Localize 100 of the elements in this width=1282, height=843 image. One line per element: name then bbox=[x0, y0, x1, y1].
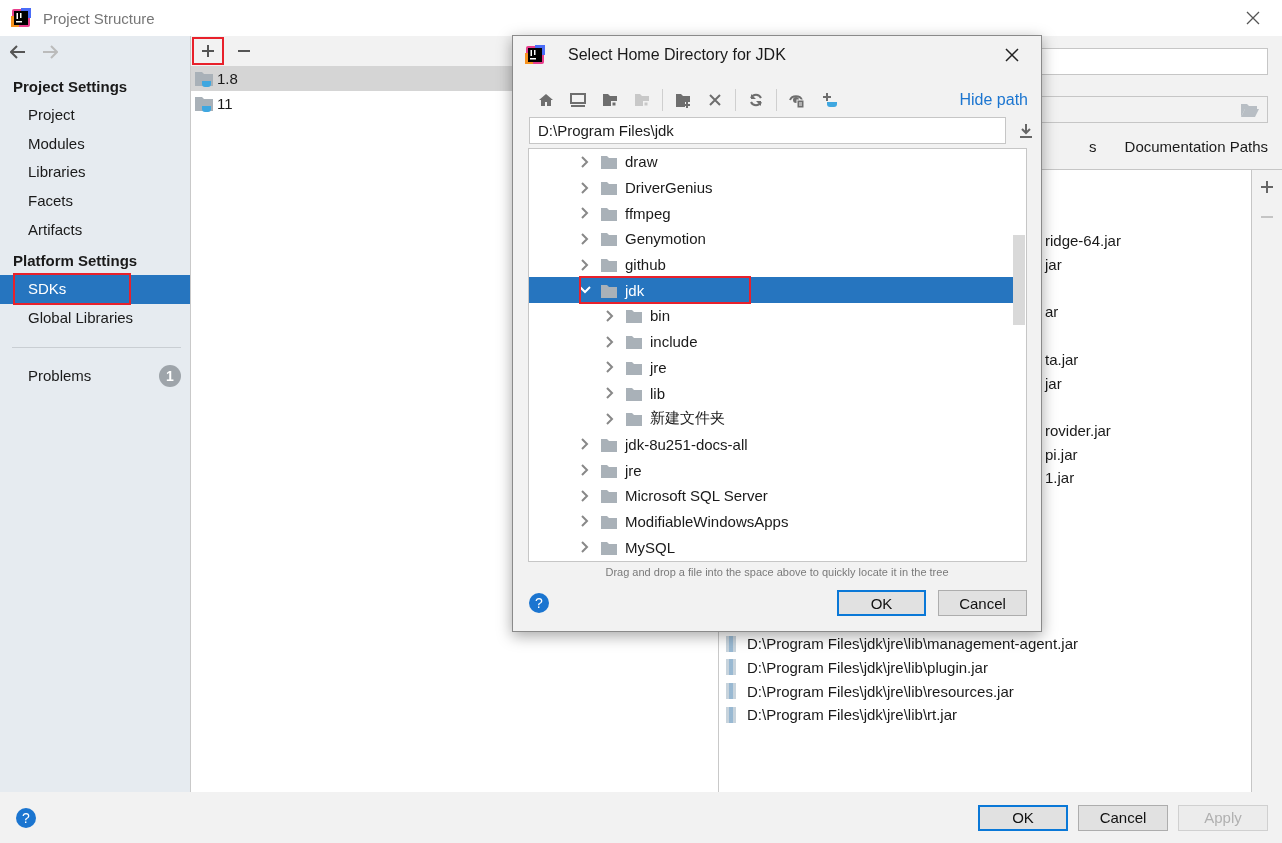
chevron-right-icon bbox=[579, 464, 591, 477]
folder-icon bbox=[601, 462, 617, 478]
tree-item[interactable]: MySQL bbox=[529, 534, 1013, 560]
list-item: rovider.jar bbox=[1045, 420, 1111, 441]
chevron-right-icon bbox=[604, 387, 616, 400]
hint-text: Drag and drop a file into the space above to quickly locate it in the tree bbox=[604, 566, 950, 578]
folder-icon bbox=[601, 488, 617, 504]
list-item[interactable]: D:\Program Files\jdk\jre\lib\rt.jar bbox=[719, 703, 1251, 727]
tree-item[interactable]: jre bbox=[529, 457, 1013, 483]
help-button[interactable]: ? bbox=[16, 807, 36, 828]
eye-icon[interactable] bbox=[789, 92, 805, 108]
list-item: jar bbox=[1045, 255, 1062, 276]
folder-icon bbox=[601, 180, 617, 196]
tree-item[interactable]: include bbox=[529, 328, 1013, 355]
sdk-folder-icon bbox=[195, 70, 213, 87]
sidebar-item[interactable]: Modules bbox=[0, 129, 190, 159]
sdk-folder-icon bbox=[195, 95, 213, 112]
folder-icon bbox=[601, 539, 617, 555]
add-button[interactable] bbox=[192, 37, 224, 65]
folder-icon bbox=[601, 205, 617, 221]
section-heading: Platform Settings bbox=[12, 251, 139, 272]
chevron-right-icon bbox=[604, 309, 616, 322]
chevron-right-icon bbox=[579, 515, 591, 528]
sidebar-item[interactable]: Libraries bbox=[0, 158, 190, 188]
jar-icon bbox=[725, 683, 737, 700]
tree-item[interactable]: lib bbox=[529, 380, 1013, 406]
sidebar-item[interactable]: Project bbox=[0, 101, 190, 130]
tree-item[interactable]: Genymotion bbox=[529, 226, 1013, 252]
dialog-title: Select Home Directory for JDK bbox=[568, 45, 786, 64]
list-item[interactable]: D:\Program Files\jdk\jre\lib\management-agent.jar bbox=[719, 631, 1251, 656]
section-heading: Project Settings bbox=[12, 77, 129, 97]
folder-icon bbox=[601, 282, 617, 298]
list-item: ta.jar bbox=[1045, 349, 1079, 370]
close-icon[interactable] bbox=[1246, 11, 1260, 25]
chevron-right-icon bbox=[604, 335, 616, 348]
tab[interactable]: Documentation Paths bbox=[1124, 137, 1268, 155]
count-badge: 1 bbox=[159, 364, 181, 387]
tree-item[interactable]: jdk bbox=[529, 277, 1013, 304]
tree-item[interactable]: bin bbox=[529, 303, 1013, 329]
new-folder-icon[interactable] bbox=[675, 92, 691, 108]
jar-icon bbox=[725, 635, 737, 652]
path-field[interactable]: D:\Program Files\jdk bbox=[529, 117, 1006, 144]
tree-item[interactable]: jdk-8u251-docs-all bbox=[529, 431, 1013, 458]
folder-icon bbox=[626, 334, 642, 350]
folder-icon bbox=[626, 359, 642, 375]
chevron-right-icon bbox=[579, 181, 591, 194]
folder-icon bbox=[626, 308, 642, 324]
tree-item[interactable]: github bbox=[529, 251, 1013, 278]
dialog-button[interactable]: OK bbox=[837, 590, 926, 616]
tree-item[interactable]: draw bbox=[529, 149, 1013, 175]
list-item: pi.jar bbox=[1045, 444, 1078, 465]
app-logo-icon bbox=[11, 8, 31, 28]
tab[interactable]: s bbox=[1089, 137, 1097, 155]
home-icon[interactable] bbox=[538, 92, 554, 108]
chevron-right-icon bbox=[604, 412, 616, 425]
sdk-item[interactable]: 11 bbox=[191, 91, 718, 116]
refresh-icon[interactable] bbox=[748, 92, 764, 108]
monitor-icon[interactable] bbox=[570, 92, 586, 108]
folder-icon bbox=[626, 385, 642, 401]
folder-icon bbox=[626, 411, 642, 427]
sidebar-item[interactable]: Artifacts bbox=[0, 215, 190, 245]
dialog-button[interactable]: Cancel bbox=[1078, 804, 1168, 831]
sidebar-item[interactable]: SDKs bbox=[0, 275, 190, 305]
folder-icon bbox=[601, 513, 617, 529]
window-title: Project Structure bbox=[43, 9, 155, 27]
folder-icon bbox=[601, 436, 617, 452]
chevron-right-icon bbox=[579, 155, 591, 168]
list-item: 1.jar bbox=[1045, 468, 1075, 489]
folder-icon bbox=[1241, 102, 1259, 117]
tree-item[interactable]: ModifiableWindowsApps bbox=[529, 508, 1013, 535]
folder-icon bbox=[601, 154, 617, 170]
sidebar-item[interactable]: Problems bbox=[28, 367, 159, 385]
tree-item[interactable]: ffmpeg bbox=[529, 200, 1013, 227]
help-button[interactable]: ? bbox=[529, 593, 549, 613]
tree-item[interactable]: Microsoft SQL Server bbox=[529, 482, 1013, 509]
tree-item[interactable]: 新建文件夹 bbox=[529, 405, 1013, 432]
list-item: ar bbox=[1045, 302, 1059, 323]
sidebar-item[interactable]: Global Libraries bbox=[0, 304, 190, 333]
list-item: ridge-64.jar bbox=[1045, 231, 1121, 252]
chevron-right-icon bbox=[604, 361, 616, 374]
close-icon[interactable] bbox=[1005, 47, 1019, 62]
dialog-button[interactable]: Cancel bbox=[938, 590, 1027, 616]
chevron-right-icon bbox=[579, 438, 591, 451]
plus-icon[interactable] bbox=[1260, 180, 1274, 194]
chevron-right-icon bbox=[579, 541, 591, 554]
download-icon[interactable] bbox=[1018, 122, 1034, 139]
list-item[interactable]: D:\Program Files\jdk\jre\lib\resources.jar bbox=[719, 679, 1251, 703]
plus-icon bbox=[201, 44, 215, 58]
list-item[interactable]: D:\Program Files\jdk\jre\lib\plugin.jar bbox=[719, 655, 1251, 680]
add-jdk-icon[interactable] bbox=[821, 92, 837, 108]
tree-item[interactable]: DriverGenius bbox=[529, 174, 1013, 201]
folder-icon[interactable] bbox=[602, 92, 618, 108]
folder-icon bbox=[601, 231, 617, 247]
back-arrow-icon[interactable] bbox=[10, 45, 26, 59]
dialog-button[interactable]: OK bbox=[978, 804, 1068, 831]
tree-item[interactable]: jre bbox=[529, 354, 1013, 381]
hide-path-link[interactable]: Hide path bbox=[959, 91, 1028, 109]
folder-icon bbox=[601, 257, 617, 273]
scrollbar[interactable] bbox=[1013, 235, 1025, 325]
sidebar-item[interactable]: Facets bbox=[0, 187, 190, 216]
